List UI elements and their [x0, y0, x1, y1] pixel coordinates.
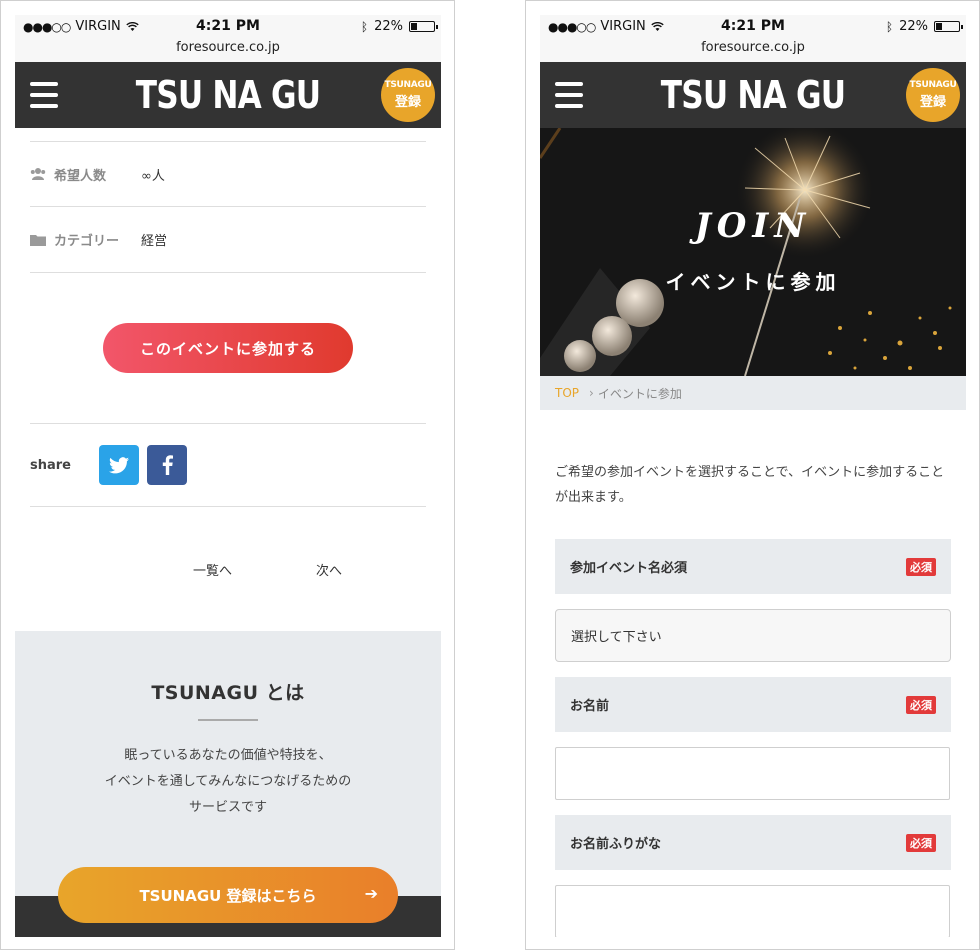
badge-label: 登録 [919, 95, 946, 110]
signup-button[interactable]: TSUNAGU 登録はこちら ➔ [58, 867, 398, 923]
site-header: TSU NA GU TSUNAGU 登録 [15, 62, 441, 128]
info-value: 経営 [141, 234, 168, 249]
furigana-input[interactable] [555, 885, 950, 937]
left-screenshot: ●●●○○ VIRGIN 4:21 PM ᛒ 22% foresource.co… [0, 0, 455, 950]
lead-text: ご希望の参加イベントを選択することで、イベントに参加することが出来ます。 [555, 465, 945, 505]
status-bar: ●●●○○ VIRGIN 4:21 PM ᛒ 22% [540, 15, 966, 40]
pagination: 一覧へ 次へ [15, 507, 441, 631]
address-bar[interactable]: foresource.co.jp [15, 40, 441, 62]
about-line: 眠っているあなたの価値や特技を、 [124, 748, 332, 763]
facebook-share-button[interactable] [147, 445, 187, 485]
facebook-icon [162, 455, 173, 475]
required-badge: 必須 [906, 557, 936, 576]
signup-label: TSUNAGU 登録はこちら [139, 886, 317, 905]
badge-label: 登録 [394, 95, 421, 110]
address-bar[interactable]: foresource.co.jp [540, 40, 966, 62]
share-label: share [30, 457, 71, 473]
name-input[interactable] [555, 747, 950, 800]
battery-percent: 22% [899, 19, 928, 34]
register-badge-button[interactable]: TSUNAGU 登録 [906, 68, 960, 122]
field-label: お名前ふりがな [570, 837, 662, 852]
about-line: サービスです [188, 800, 267, 815]
about-description: 眠っているあなたの価値や特技を、 イベントを通してみんなにつなげるための サービ… [15, 743, 441, 821]
people-icon [30, 168, 46, 180]
join-event-button[interactable]: このイベントに参加する [103, 323, 353, 373]
about-section: TSUNAGU とは 眠っているあなたの価値や特技を、 イベントを通してみんなに… [15, 631, 441, 937]
field-header-name: お名前 必須 [555, 677, 951, 732]
badge-brand: TSUNAGU [909, 80, 957, 90]
hero-banner: JOIN イベントに参加 [540, 128, 966, 376]
required-badge: 必須 [906, 695, 936, 714]
bluetooth-icon: ᛒ [360, 19, 369, 34]
event-select[interactable]: 選択して下さい [555, 609, 951, 662]
breadcrumb-current: イベントに参加 [597, 386, 682, 401]
right-screenshot: ●●●○○ VIRGIN 4:21 PM ᛒ 22% foresource.co… [525, 0, 980, 950]
breadcrumb: TOP › イベントに参加 [540, 376, 966, 410]
field-header-event: 参加イベント名必須 必須 [555, 539, 951, 594]
bluetooth-icon: ᛒ [885, 19, 894, 34]
required-badge: 必須 [906, 833, 936, 852]
folder-icon [30, 234, 46, 246]
next-link[interactable]: 次へ [316, 560, 342, 579]
badge-brand: TSUNAGU [384, 80, 432, 90]
left-screen: ●●●○○ VIRGIN 4:21 PM ᛒ 22% foresource.co… [15, 15, 441, 937]
breadcrumb-top-link[interactable]: TOP [555, 386, 579, 400]
info-label: カテゴリー [54, 234, 120, 249]
battery-percent: 22% [374, 19, 403, 34]
about-title: TSUNAGU とは [151, 682, 305, 704]
twitter-share-button[interactable] [99, 445, 139, 485]
right-screen: ●●●○○ VIRGIN 4:21 PM ᛒ 22% foresource.co… [540, 15, 966, 937]
field-label: 参加イベント名必須 [570, 561, 688, 576]
status-bar: ●●●○○ VIRGIN 4:21 PM ᛒ 22% [15, 15, 441, 40]
twitter-icon [109, 456, 129, 473]
hero-subtitle: イベントに参加 [665, 270, 841, 294]
field-label: お名前 [570, 699, 610, 714]
battery-icon [934, 21, 963, 32]
event-info: 希望人数 ∞人 カテゴリー 経営 [15, 141, 441, 273]
about-divider [198, 719, 258, 721]
battery-icon [409, 21, 438, 32]
back-to-list-link[interactable]: 一覧へ [193, 560, 232, 579]
info-row-capacity: 希望人数 ∞人 [30, 141, 426, 207]
info-value: ∞人 [141, 168, 165, 184]
about-line: イベントを通してみんなにつなげるための [104, 774, 352, 789]
sparkler-photo [540, 128, 966, 376]
hero-title: JOIN [694, 206, 812, 246]
site-logo[interactable]: TSU NA GU [53, 72, 402, 118]
site-header: TSU NA GU TSUNAGU 登録 [540, 62, 966, 128]
chevron-right-icon: › [589, 386, 594, 400]
field-header-furigana: お名前ふりがな 必須 [555, 815, 951, 870]
info-row-category: カテゴリー 経営 [30, 207, 426, 273]
share-bar: share [30, 423, 426, 507]
site-logo[interactable]: TSU NA GU [578, 72, 927, 118]
register-badge-button[interactable]: TSUNAGU 登録 [381, 68, 435, 122]
info-label: 希望人数 [54, 168, 107, 184]
arrow-right-icon: ➔ [364, 884, 378, 903]
